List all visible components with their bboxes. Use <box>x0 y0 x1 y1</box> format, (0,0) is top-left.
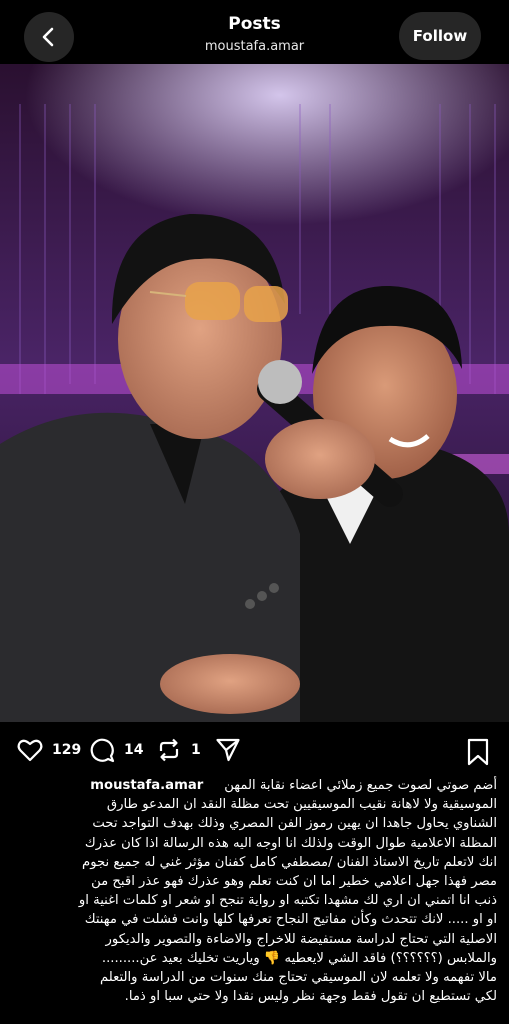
caption-username[interactable]: moustafa.amar <box>90 778 203 793</box>
caption-line: لكي تستطيع ان تقول فقط وجهة نظر وليس نقد… <box>124 989 497 1005</box>
post-actions-bar: 129 14 1 <box>0 724 509 776</box>
caption-line: الموسيقية ولا لاهانة نقيب الموسيقيين تحت… <box>106 797 497 813</box>
caption-line: مصر فهذا جهل اعلامي خطير اما ان كنت تعلم… <box>91 874 497 890</box>
caption-line: انك لاتعلم تاريخ الاستاذ الفنان /مصطفي ك… <box>82 854 497 870</box>
share-button[interactable] <box>214 736 242 764</box>
repost-count: 1 <box>191 742 201 758</box>
like-button[interactable]: 129 <box>16 736 81 764</box>
caption-line: المظلة الاعلامية طوال الوقت ولذلك انا او… <box>84 835 497 851</box>
comment-count: 14 <box>124 742 144 758</box>
caption-line: الاصلية التي تحتاج لدراسة مستفيضة للاخرا… <box>105 931 497 947</box>
caption-line: ذنب انا اتمني ان اري لك مشهدا تكتبه او ر… <box>78 893 497 909</box>
top-bar: Posts moustafa.amar Follow <box>0 0 509 64</box>
comment-icon <box>88 736 116 764</box>
bookmark-icon[interactable] <box>465 738 491 766</box>
caption-first-line: أضم صوتي لصوت جميع زملائي اعضاء نقابة ال… <box>12 776 497 795</box>
heart-icon <box>16 736 44 764</box>
caption-line: او او ..... لانك تتحدث وكأن مفاتيح النجا… <box>84 912 497 928</box>
repost-button[interactable]: 1 <box>155 736 201 764</box>
like-count: 129 <box>52 742 82 758</box>
post-image <box>0 64 509 722</box>
comment-button[interactable]: 14 <box>88 736 143 764</box>
caption-text-line: أضم صوتي لصوت جميع زملائي اعضاء نقابة ال… <box>224 778 497 793</box>
post-photo[interactable] <box>0 64 509 722</box>
caption-line: مالا تفهمه ولا تعلمه لان الموسيقي تحتاج … <box>100 970 497 986</box>
share-icon <box>214 736 242 764</box>
post-caption: أضم صوتي لصوت جميع زملائي اعضاء نقابة ال… <box>12 776 497 1020</box>
follow-button[interactable]: Follow <box>399 12 481 60</box>
repost-icon <box>155 736 183 764</box>
caption-line: والملابس (؟؟؟؟؟؟) فاقد الشي لايعطيه 👎 وي… <box>101 950 497 966</box>
caption-line: الشناوي يحاول جاهدا ان يهين رموز الفن ال… <box>92 816 497 832</box>
